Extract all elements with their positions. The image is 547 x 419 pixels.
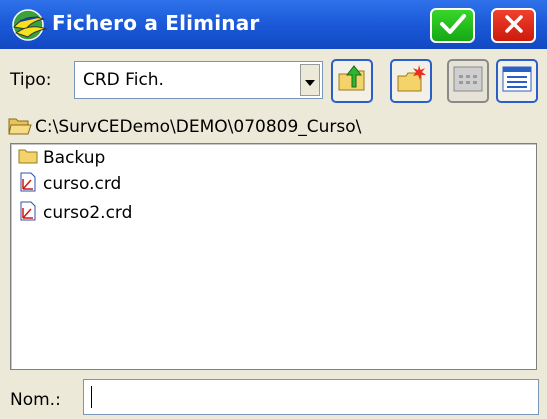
file-type-value: CRD Fich. xyxy=(83,70,164,90)
icon-view-icon xyxy=(453,66,483,96)
title-bar: Fichero a Eliminar xyxy=(0,0,547,49)
name-label: Nom.: xyxy=(10,390,61,410)
close-x-icon xyxy=(503,13,525,39)
ok-button[interactable] xyxy=(430,8,475,43)
open-folder-icon xyxy=(8,116,32,140)
list-item[interactable]: curso.crd xyxy=(18,172,122,196)
path-breadcrumb: C:\SurvCEDemo\DEMO\070809_Curso\ xyxy=(8,114,538,140)
dropdown-button[interactable] xyxy=(300,64,320,96)
file-name: curso.crd xyxy=(43,174,122,194)
check-icon xyxy=(439,13,467,39)
folder-up-icon xyxy=(336,63,368,99)
crd-file-icon xyxy=(18,172,38,196)
detail-view-button[interactable] xyxy=(496,59,538,103)
chevron-down-icon xyxy=(305,71,315,90)
file-list[interactable]: Backup curso.crd curso2.crd xyxy=(10,143,537,370)
file-type-select[interactable]: CRD Fich. xyxy=(74,61,323,99)
app-logo-icon xyxy=(8,7,50,43)
name-field[interactable] xyxy=(83,379,539,415)
new-folder-icon xyxy=(395,63,427,99)
current-path: C:\SurvCEDemo\DEMO\070809_Curso\ xyxy=(35,117,362,137)
new-folder-button[interactable] xyxy=(390,59,432,103)
window-title: Fichero a Eliminar xyxy=(52,11,260,35)
file-type-label: Tipo: xyxy=(10,70,52,90)
file-name: Backup xyxy=(43,148,106,168)
text-caret xyxy=(91,386,92,408)
list-item[interactable]: curso2.crd xyxy=(18,201,133,225)
crd-file-icon xyxy=(18,201,38,225)
list-item[interactable]: Backup xyxy=(18,147,105,169)
folder-icon xyxy=(18,147,38,169)
close-button[interactable] xyxy=(491,8,536,43)
folder-up-button[interactable] xyxy=(331,59,373,103)
file-name: curso2.crd xyxy=(43,203,133,223)
detail-view-icon xyxy=(502,66,532,96)
icon-view-button[interactable] xyxy=(447,59,489,103)
